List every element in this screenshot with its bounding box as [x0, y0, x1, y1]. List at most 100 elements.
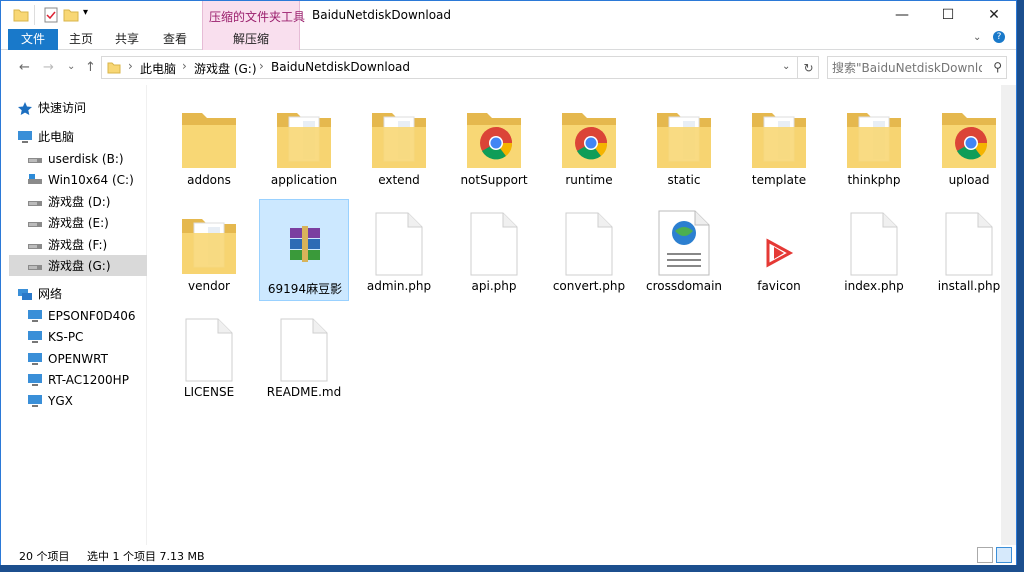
file-name: runtime [565, 173, 613, 187]
nav-item-label: 游戏盘 (F:) [48, 238, 108, 252]
tab-extract[interactable]: 解压缩 [202, 29, 300, 50]
nav-item-label: 游戏盘 (G:) [48, 259, 111, 273]
nav-item[interactable]: 此电脑 [9, 126, 147, 147]
vertical-scrollbar[interactable] [1001, 85, 1016, 545]
expand-ribbon-icon[interactable]: ⌄ [973, 32, 981, 43]
nav-item[interactable]: 网络 [9, 283, 147, 304]
drive-icon [28, 157, 42, 163]
file-icon [850, 212, 898, 276]
file-item[interactable]: crossdomain [639, 199, 729, 301]
file-item[interactable]: index.php [829, 199, 919, 301]
selection-info: 选中 1 个项目 7.13 MB [87, 550, 205, 563]
monitor-icon [28, 373, 42, 386]
tab-home[interactable]: 主页 [63, 29, 99, 50]
file-name: favicon [757, 279, 801, 293]
file-item[interactable]: favicon [734, 199, 824, 301]
nav-item[interactable]: KS-PC [9, 326, 147, 347]
file-name: vendor [188, 279, 230, 293]
file-item[interactable]: notSupport [449, 93, 539, 195]
large-icons-view-button[interactable] [996, 547, 1012, 563]
breadcrumb-this-pc[interactable]: 此电脑 [140, 60, 176, 77]
file-icon [280, 318, 328, 382]
new-folder-icon[interactable] [63, 7, 79, 23]
window-title: BaiduNetdiskDownload [312, 8, 452, 22]
file-name: LICENSE [183, 385, 235, 399]
tab-view[interactable]: 查看 [157, 29, 193, 50]
nav-item[interactable]: 游戏盘 (D:) [9, 191, 147, 212]
file-item[interactable]: addons [164, 93, 254, 195]
nav-item[interactable]: RT-AC1200HP [9, 369, 147, 390]
up-button[interactable]: ↑ [85, 60, 96, 75]
status-bar: 20 个项目 选中 1 个项目 7.13 MB [1, 545, 1016, 565]
file-item[interactable]: 69194麻豆影 [259, 199, 349, 301]
properties-icon[interactable] [43, 7, 59, 23]
nav-item[interactable]: userdisk (B:) [9, 148, 147, 169]
file-item[interactable]: template [734, 93, 824, 195]
file-item[interactable]: runtime [544, 93, 634, 195]
tab-file[interactable]: 文件 [8, 29, 58, 50]
search-box[interactable]: ⚲ [827, 56, 1007, 79]
nav-item-label: RT-AC1200HP [48, 372, 129, 387]
nav-item[interactable]: OPENWRT [9, 348, 147, 369]
nav-item[interactable]: EPSONF0D406 [9, 305, 147, 326]
nav-item-label: 快速访问 [38, 101, 87, 115]
close-icon: ✕ [988, 7, 1000, 23]
nav-item[interactable]: 快速访问 [9, 97, 147, 118]
help-icon[interactable]: ? [993, 31, 1005, 43]
folder-icon [277, 113, 331, 168]
refresh-button[interactable]: ↻ [797, 56, 819, 79]
drive-icon [28, 243, 42, 249]
monitor-icon [28, 394, 42, 407]
maximize-button[interactable]: ☐ [925, 1, 971, 29]
file-name: thinkphp [847, 173, 901, 187]
details-view-button[interactable] [977, 547, 993, 563]
tab-share[interactable]: 共享 [109, 29, 145, 50]
file-item[interactable]: admin.php [354, 199, 444, 301]
file-item[interactable]: application [259, 93, 349, 195]
address-dropdown-icon[interactable]: ⌄ [782, 61, 790, 72]
context-tab-group-label: 压缩的文件夹工具 [209, 10, 306, 24]
file-name: notSupport [460, 173, 528, 187]
title-bar: ▾ 压缩的文件夹工具 BaiduNetdiskDownload — ☐ ✕ [1, 1, 1016, 29]
file-name: 69194麻豆影 [267, 282, 343, 296]
minimize-button[interactable]: — [879, 1, 925, 29]
search-input[interactable] [832, 59, 982, 76]
nav-item[interactable]: 游戏盘 (G:) [9, 255, 147, 276]
file-item[interactable]: api.php [449, 199, 539, 301]
file-item[interactable]: README.md [259, 305, 349, 407]
file-item[interactable]: extend [354, 93, 444, 195]
nav-item[interactable]: 游戏盘 (E:) [9, 212, 147, 233]
file-name: convert.php [552, 279, 626, 293]
file-item[interactable]: static [639, 93, 729, 195]
close-button[interactable]: ✕ [971, 1, 1017, 29]
minimize-icon: — [895, 7, 909, 23]
file-item[interactable]: thinkphp [829, 93, 919, 195]
ribbon-tabs: 文件 主页 共享 查看 解压缩 ⌄ ? [1, 29, 1016, 50]
address-bar[interactable]: › 此电脑 › 游戏盘 (G:) › BaiduNetdiskDownload … [101, 56, 819, 79]
chrome-folder-icon [942, 113, 996, 168]
folder-icon [657, 113, 711, 168]
file-name: addons [187, 173, 231, 187]
breadcrumb-current-folder[interactable]: BaiduNetdiskDownload [271, 60, 410, 74]
file-name: crossdomain [645, 279, 723, 293]
back-button[interactable]: ← [19, 60, 30, 75]
file-name: template [751, 173, 807, 187]
file-item[interactable]: convert.php [544, 199, 634, 301]
xml-file-icon [658, 210, 710, 276]
breadcrumb-drive-g[interactable]: 游戏盘 (G:) [194, 60, 257, 77]
file-icon [375, 212, 423, 276]
file-item[interactable]: vendor [164, 199, 254, 301]
file-name: extend [378, 173, 420, 187]
address-row: ← → ⌄ ↑ › 此电脑 › 游戏盘 (G:) › BaiduNetdiskD… [1, 51, 1016, 84]
recent-locations-button[interactable]: ⌄ [67, 61, 75, 72]
chrome-folder-icon [467, 113, 521, 168]
nav-item[interactable]: YGX [9, 390, 147, 411]
forward-button[interactable]: → [43, 60, 54, 75]
file-name: api.php [471, 279, 517, 293]
customize-toolbar-icon[interactable]: ▾ [83, 7, 88, 18]
monitor-icon [28, 309, 42, 322]
nav-item[interactable]: Win10x64 (C:) [9, 169, 147, 190]
nav-item-label: OPENWRT [48, 351, 108, 366]
file-item[interactable]: LICENSE [164, 305, 254, 407]
nav-item[interactable]: 游戏盘 (F:) [9, 234, 147, 255]
